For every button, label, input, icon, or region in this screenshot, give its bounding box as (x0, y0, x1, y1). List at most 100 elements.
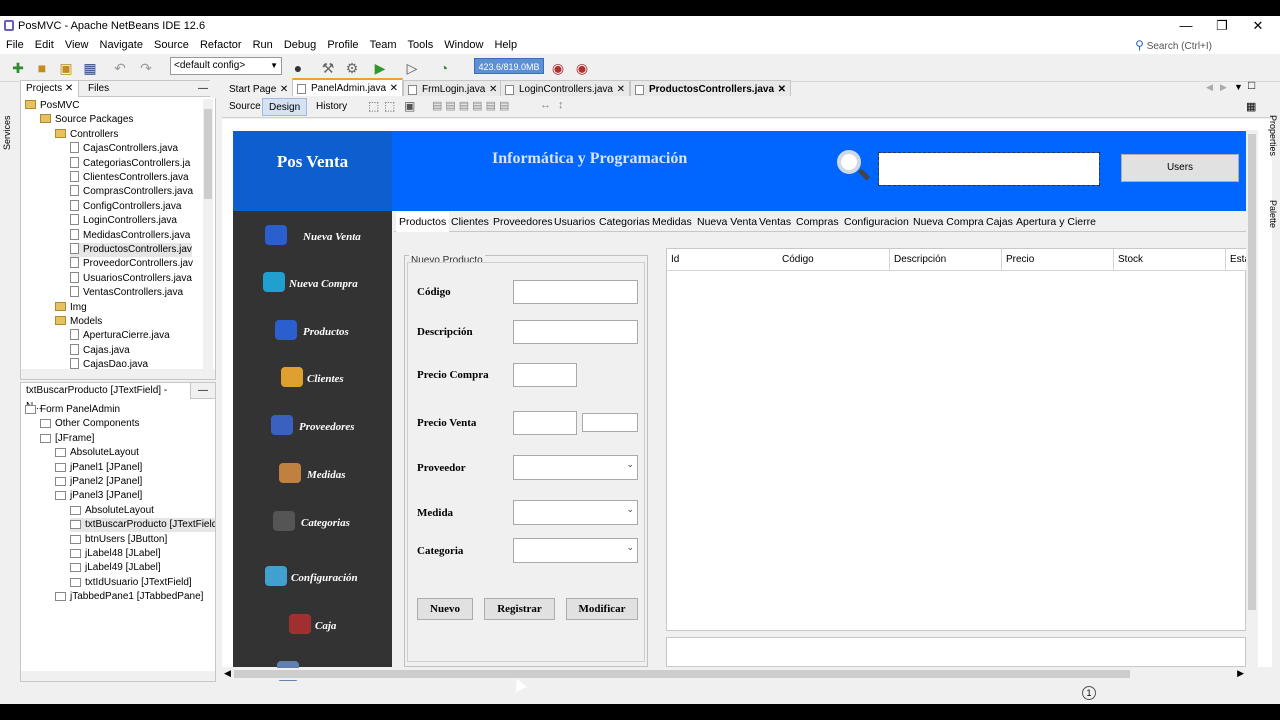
build-icon[interactable]: ⚒ (318, 58, 338, 78)
config-select[interactable]: <default config> ▼ (170, 57, 282, 75)
selection-mode-icon[interactable]: ⬚ (368, 99, 379, 113)
profile-ide-icon[interactable]: ◉ (572, 58, 592, 78)
component-tree-item[interactable]: txtBuscarProducto [JTextField] (70, 518, 215, 533)
table-header-cell[interactable]: Código (778, 249, 890, 271)
tab-projects[interactable]: Projects ✕ (21, 81, 80, 97)
menu-view[interactable]: View (65, 36, 89, 54)
notifications-icon[interactable]: 1 (1082, 686, 1096, 700)
menu-profile[interactable]: Profile (327, 36, 358, 54)
form-tab-2[interactable]: Proveedores (493, 212, 553, 232)
globe-icon[interactable]: ● (288, 58, 308, 78)
profile-icon[interactable]: ◔ (434, 58, 454, 78)
tab-source[interactable]: Source (223, 98, 267, 116)
component-tree-item[interactable]: txtIdUsuario [JTextField] (70, 576, 192, 590)
editor-tab-paneladmin[interactable]: PanelAdmin.java ✕ (292, 78, 404, 96)
project-tree-item[interactable]: CajasDao.java (70, 358, 148, 369)
horizontal-scrollbar[interactable] (21, 671, 215, 681)
medida-combo[interactable]: ⌄ (513, 500, 638, 525)
editor-horizontal-scrollbar[interactable]: ◀ ▶ (222, 668, 1246, 680)
sidebar-item-productos[interactable]: Productos (233, 312, 392, 352)
scrollbar-thumb[interactable] (1248, 134, 1256, 610)
form-tab-6[interactable]: Nueva Venta (697, 212, 757, 232)
nuevo-button[interactable]: Nuevo (417, 598, 473, 620)
component-tree-item[interactable]: Other Components (40, 417, 140, 431)
restore-icon[interactable]: ❐ (1204, 17, 1240, 35)
menu-help[interactable]: Help (494, 36, 517, 54)
table-header-cell[interactable]: Descripción (890, 249, 1002, 271)
form-tab-0[interactable]: Productos (396, 212, 450, 232)
new-file-icon[interactable]: ✚ (8, 58, 28, 78)
form-tab-4[interactable]: Categorias (599, 212, 650, 232)
component-tree-item[interactable]: jPanel1 [JPanel] (55, 461, 142, 475)
scroll-tabs-left-icon[interactable]: ◀ (1206, 82, 1213, 93)
scroll-left-icon[interactable]: ◀ (224, 668, 231, 679)
form-tab-1[interactable]: Clientes (451, 212, 489, 232)
component-tree-item[interactable]: btnUsers [JButton] (70, 533, 167, 547)
tab-history[interactable]: History (310, 98, 353, 116)
horizontal-scrollbar[interactable] (21, 369, 215, 379)
proveedor-combo[interactable]: ⌄ (513, 455, 638, 480)
scroll-tabs-right-icon[interactable]: ▶ (1220, 82, 1227, 93)
menu-source[interactable]: Source (154, 36, 189, 54)
codigo-input[interactable] (513, 280, 638, 304)
services-side-tab[interactable]: Services (2, 98, 16, 168)
editor-vertical-scrollbar[interactable] (1246, 130, 1258, 668)
project-tree-item[interactable]: Source Packages (40, 113, 133, 127)
open-project-icon[interactable]: ▣ (56, 58, 76, 78)
gc-icon[interactable]: ◉ (548, 58, 568, 78)
sidebar-item-configuracion[interactable]: Configuración (233, 558, 392, 598)
component-tree-item[interactable]: jPanel2 [JPanel] (55, 475, 142, 489)
project-tree-item[interactable]: ProductosControllers.jav (70, 243, 192, 257)
form-tab-3[interactable]: Usuarios (554, 212, 595, 232)
registrar-button[interactable]: Registrar (484, 598, 555, 620)
component-tree-item[interactable]: Form PanelAdmin (25, 403, 120, 417)
menu-edit[interactable]: Edit (35, 36, 54, 54)
project-tree-item[interactable]: ConfigControllers.java (70, 199, 181, 214)
menu-window[interactable]: Window (444, 36, 483, 54)
project-tree-item[interactable]: Img (55, 301, 87, 315)
search-box[interactable]: ⚲ Search (Ctrl+I) (1135, 38, 1212, 52)
connection-mode-icon[interactable]: ⬚ (384, 99, 395, 113)
menu-team[interactable]: Team (370, 36, 397, 54)
sidebar-item-nueva-venta[interactable]: Nueva Venta (233, 217, 392, 257)
resize-vertical-icon[interactable]: ↕ (558, 99, 564, 111)
menu-run[interactable]: Run (253, 36, 273, 54)
users-button[interactable]: Users (1121, 154, 1239, 182)
project-tree-item[interactable]: UsuariosControllers.java (70, 271, 192, 286)
form-tab-10[interactable]: Nueva Compra (913, 212, 984, 232)
project-tree-item[interactable]: CategoriasControllers.ja (70, 156, 190, 171)
form-tab-12[interactable]: Apertura y Cierre (1016, 212, 1096, 232)
component-tree-item[interactable]: AbsoluteLayout (70, 504, 154, 518)
search-product-input[interactable] (878, 152, 1100, 186)
debug-icon[interactable]: ▷ (402, 58, 422, 78)
project-tree-item[interactable]: ProveedorControllers.jav (70, 257, 193, 271)
table-header-cell[interactable]: Stock (1114, 249, 1226, 271)
new-project-icon[interactable]: ■ (32, 58, 52, 78)
precio-venta-extra-input[interactable] (582, 413, 638, 432)
resize-horizontal-icon[interactable]: ↔ (540, 99, 551, 111)
properties-side-tab[interactable]: Properties (1264, 96, 1278, 176)
scrollbar-thumb[interactable] (204, 109, 212, 199)
descripcion-input[interactable] (513, 320, 638, 344)
scrollbar-thumb[interactable] (234, 670, 1130, 678)
project-tree-item[interactable]: ComprasControllers.java (70, 185, 193, 199)
modificar-button[interactable]: Modificar (566, 598, 638, 620)
menu-debug[interactable]: Debug (284, 36, 316, 54)
save-all-icon[interactable]: ▦ (80, 58, 100, 78)
precio-compra-input[interactable] (513, 363, 577, 387)
project-tree-item[interactable]: MedidasControllers.java (70, 228, 190, 243)
undo-icon[interactable]: ↶ (110, 58, 130, 78)
project-tree-item[interactable]: LoginControllers.java (70, 214, 177, 228)
project-tree-item[interactable]: Models (55, 315, 102, 329)
tab-design[interactable]: Design (262, 98, 308, 116)
vertical-scrollbar[interactable] (203, 99, 213, 369)
menu-navigate[interactable]: Navigate (100, 36, 143, 54)
project-tree-item[interactable]: Controllers (55, 128, 118, 142)
maximize-icon[interactable]: □ (1248, 78, 1255, 92)
table-header-cell[interactable]: Id (667, 249, 779, 271)
component-tree-item[interactable]: jTabbedPane1 [JTabbedPane] (55, 590, 203, 604)
categoria-combo[interactable]: ⌄ (513, 538, 638, 563)
sidebar-item-nueva-compra[interactable]: Nueva Compra (233, 264, 392, 304)
close-icon[interactable]: ✕ (1240, 17, 1276, 35)
tab-files[interactable]: Files (83, 81, 114, 97)
